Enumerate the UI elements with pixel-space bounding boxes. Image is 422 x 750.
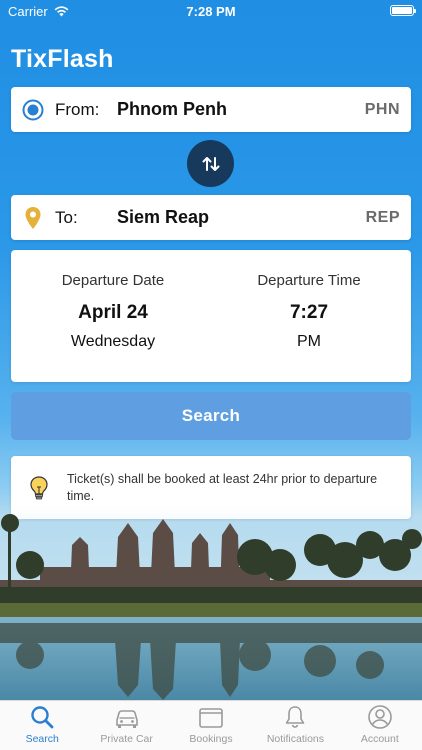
user-icon [368, 705, 392, 729]
tab-bookings-label: Bookings [189, 733, 233, 745]
angkor-wat-scenery [0, 505, 422, 700]
tab-bookings[interactable]: Bookings [169, 701, 253, 750]
to-location-field[interactable]: To: Siem Reap REP [11, 195, 411, 240]
tab-notifications[interactable]: Notifications [253, 701, 337, 750]
tab-private-car[interactable]: Private Car [84, 701, 168, 750]
departure-time-value: 7:27 [289, 302, 329, 323]
tab-private-car-label: Private Car [100, 733, 153, 745]
departure-ampm: PM [297, 333, 321, 350]
swap-button[interactable] [187, 140, 234, 187]
departure-date-picker[interactable]: Departure Date April 24 Wednesday [13, 272, 213, 351]
departure-card: Departure Date April 24 Wednesday Depart… [11, 250, 411, 382]
search-icon [31, 706, 54, 729]
to-city: Siem Reap [117, 207, 210, 227]
from-location-field[interactable]: From: Phnom Penh PHN [11, 87, 411, 132]
app-title: TixFlash [11, 45, 114, 73]
status-bar: Carrier 7:28 PM [0, 0, 422, 22]
departure-date-value: April 24 [78, 302, 148, 323]
bookings-icon [199, 708, 223, 728]
tab-account[interactable]: Account [338, 701, 422, 750]
notice-text: Ticket(s) shall be booked at least 24hr … [67, 471, 378, 503]
from-label: From: [55, 99, 100, 119]
departure-time-label: Departure Time [257, 272, 361, 289]
app-screen: Carrier 7:28 PM TixFlash From: Phnom Pen… [0, 0, 422, 700]
from-code: PHN [364, 100, 400, 118]
search-button[interactable]: Search [11, 392, 411, 440]
departure-weekday: Wednesday [70, 333, 156, 350]
swap-arrows-icon [202, 156, 219, 171]
departure-date-label: Departure Date [61, 272, 165, 289]
tab-account-label: Account [360, 733, 399, 745]
tab-notifications-label: Notifications [266, 733, 325, 745]
status-time: 7:28 PM [186, 4, 236, 19]
from-city: Phnom Penh [117, 99, 228, 119]
departure-time-picker[interactable]: Departure Time 7:27 PM [209, 272, 409, 351]
radio-target-icon [11, 99, 55, 121]
bell-icon [286, 706, 305, 728]
tab-search-label: Search [25, 733, 59, 745]
lightbulb-icon [11, 475, 67, 501]
tab-bar: Search Private Car Bookings Notification… [0, 700, 422, 750]
to-label: To: [55, 207, 78, 227]
to-code: REP [365, 208, 400, 226]
map-pin-icon [11, 206, 55, 230]
tab-search[interactable]: Search [0, 701, 84, 750]
car-icon [115, 710, 138, 728]
battery-icon [390, 5, 416, 16]
